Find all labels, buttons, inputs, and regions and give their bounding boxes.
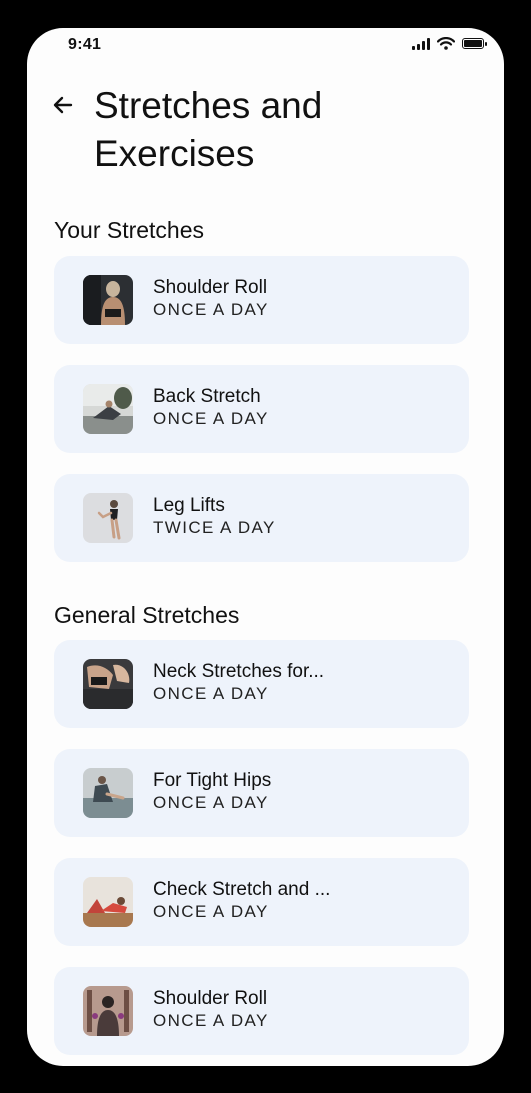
woman-back-photo — [83, 275, 133, 325]
stretch-name: Shoulder Roll — [153, 277, 268, 298]
neck-stretch-photo — [83, 659, 133, 709]
stretch-name: Check Stretch and ... — [153, 879, 331, 900]
stretch-frequency: ONCE A DAY — [153, 902, 269, 921]
stretch-card[interactable]: Shoulder Roll ONCE A DAY — [54, 967, 469, 1055]
stretch-name: Back Stretch — [153, 386, 261, 407]
section-heading-your-stretches: Your Stretches — [54, 217, 205, 243]
stretch-card[interactable]: Leg Lifts TWICE A DAY — [54, 474, 469, 562]
living-room-stretch-photo — [83, 384, 133, 434]
wifi-icon — [437, 37, 455, 50]
stretch-name: Neck Stretches for... — [153, 661, 325, 682]
status-time: 9:41 — [68, 36, 102, 53]
stretch-frequency: TWICE A DAY — [153, 518, 276, 537]
stretch-card[interactable]: Back Stretch ONCE A DAY — [54, 365, 469, 453]
cellular-signal-icon — [412, 37, 430, 50]
battery-icon — [462, 38, 487, 49]
phone-screen: 9:41 Stretches and Exercises Your Stretc… — [27, 28, 504, 1066]
stretch-name: Leg Lifts — [153, 495, 225, 516]
stretch-name: Shoulder Roll — [153, 988, 268, 1009]
stretch-card[interactable]: Shoulder Roll ONCE A DAY — [54, 256, 469, 344]
stretch-card[interactable]: For Tight Hips ONCE A DAY — [54, 749, 469, 837]
stretch-card[interactable]: Neck Stretches for... ONCE A DAY — [54, 640, 469, 728]
stretch-frequency: ONCE A DAY — [153, 684, 269, 703]
page-title: Stretches and Exercises — [94, 85, 323, 174]
stretch-frequency: ONCE A DAY — [153, 409, 269, 428]
stretch-name: For Tight Hips — [153, 770, 272, 791]
hip-stretch-photo — [83, 768, 133, 818]
stretch-frequency: ONCE A DAY — [153, 793, 269, 812]
stretch-frequency: ONCE A DAY — [153, 1011, 269, 1030]
back-arrow-icon[interactable] — [51, 92, 77, 118]
stretch-frequency: ONCE A DAY — [153, 300, 269, 319]
status-bar: 9:41 — [27, 28, 504, 64]
gym-back-photo — [83, 986, 133, 1036]
floor-stretch-photo — [83, 877, 133, 927]
section-heading-general-stretches: General Stretches — [54, 602, 240, 628]
status-icons — [412, 37, 487, 50]
leg-lift-photo — [83, 493, 133, 543]
stretch-card[interactable]: Check Stretch and ... ONCE A DAY — [54, 858, 469, 946]
